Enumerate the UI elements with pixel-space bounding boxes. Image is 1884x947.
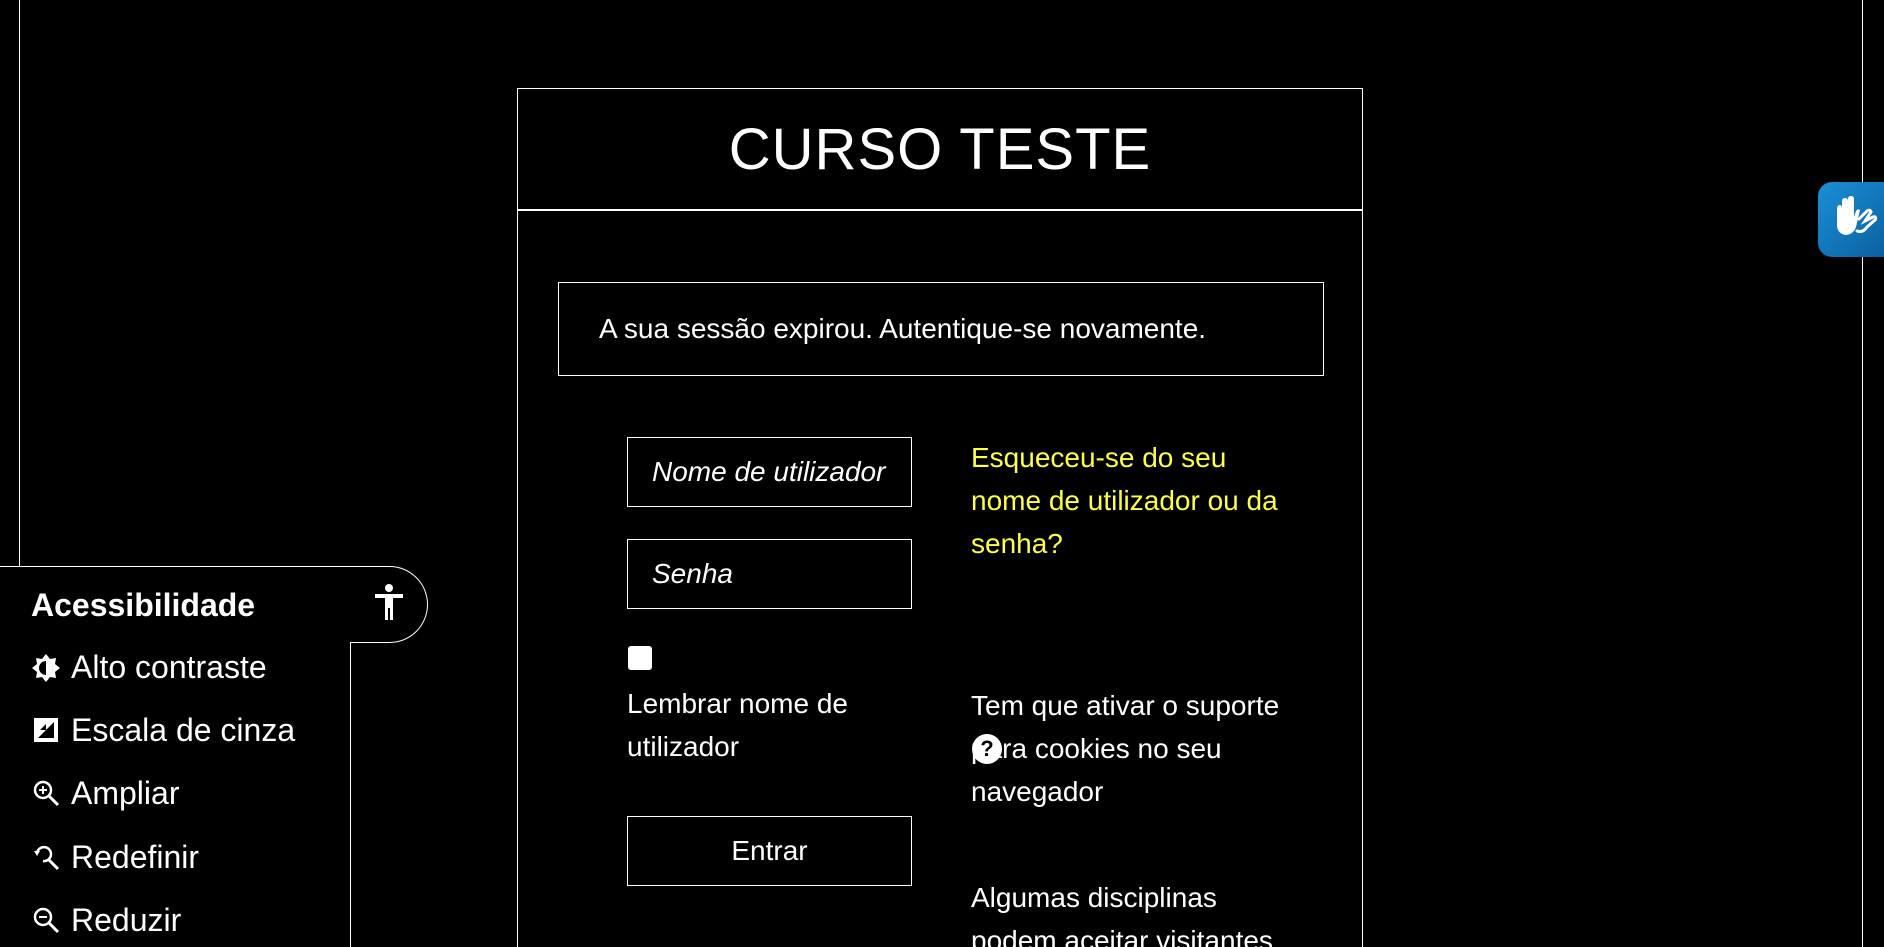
zoom-reset-button[interactable]: Redefinir [31,839,199,876]
help-icon[interactable]: ? [972,734,1002,764]
vlibras-button[interactable] [1818,182,1884,257]
high-contrast-button[interactable]: Alto contraste [31,649,267,686]
login-button[interactable]: Entrar [627,816,912,886]
accessibility-person-icon [372,583,406,626]
forgot-password-link[interactable]: Esqueceu-se do seu nome de utilizador ou… [971,436,1291,565]
page: CURSO TESTE A sua sessão expirou. Autent… [0,0,1884,947]
zoom-reset-label: Redefinir [71,839,200,875]
remember-username-checkbox[interactable] [628,646,652,670]
high-contrast-label: Alto contraste [71,649,267,685]
zoom-reset-icon [31,843,61,873]
password-input[interactable] [627,539,912,609]
guest-access-notice: Algumas disciplinas podem aceitar visita… [971,882,1273,947]
login-card: CURSO TESTE A sua sessão expirou. Autent… [517,88,1363,947]
grayscale-icon [31,716,61,746]
page-border-right [1862,0,1863,947]
username-input[interactable] [627,437,912,507]
grayscale-button[interactable]: Escala de cinza [31,712,295,749]
accessibility-toggle-button[interactable] [350,566,428,643]
grayscale-label: Escala de cinza [71,712,296,748]
login-header: CURSO TESTE [518,89,1362,211]
accessibility-panel: Acessibilidade Alto contraste Escala de … [0,566,351,947]
zoom-out-button[interactable]: Reduzir [31,902,181,939]
remember-username-label[interactable]: Lembrar nome de utilizador [627,682,907,768]
site-title: CURSO TESTE [728,116,1152,182]
accessibility-title: Acessibilidade [31,587,256,623]
zoom-out-label: Reduzir [71,902,182,938]
sign-language-hands-icon [1829,195,1878,244]
contrast-icon [31,653,61,683]
zoom-in-label: Ampliar [71,775,180,811]
zoom-in-icon [31,779,61,809]
session-expired-alert: A sua sessão expirou. Autentique-se nova… [558,282,1324,376]
zoom-in-button[interactable]: Ampliar [31,775,179,812]
cookies-notice: Tem que ativar o suporte para cookies no… [971,690,1280,807]
zoom-out-icon [31,906,61,936]
